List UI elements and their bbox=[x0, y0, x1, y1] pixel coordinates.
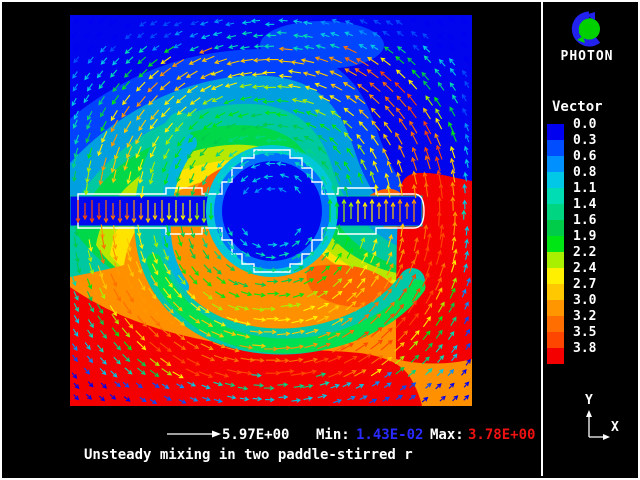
photon-window: PHOTON Vector 0.00.30.60.81.11.41.61.92.… bbox=[0, 0, 640, 480]
window-border bbox=[0, 0, 640, 480]
